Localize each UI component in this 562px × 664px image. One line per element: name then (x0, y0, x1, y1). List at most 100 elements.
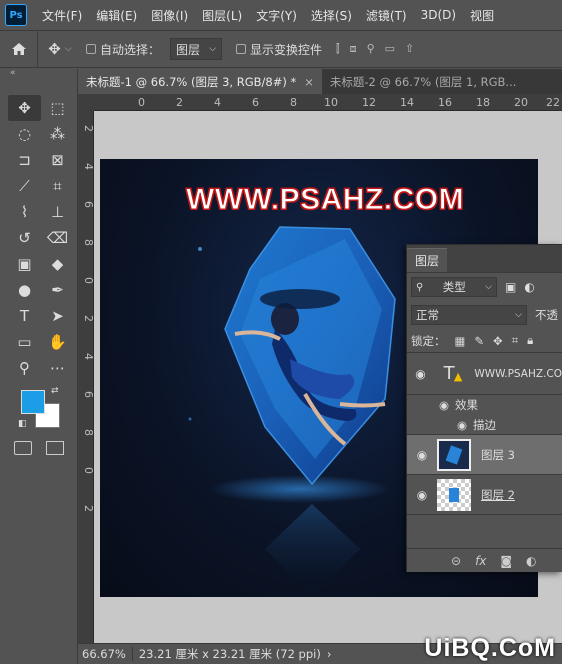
text-layer-thumbnail: T ▲ (443, 363, 463, 384)
eye-icon[interactable]: ◉ (407, 398, 455, 412)
screen-mode-icon[interactable] (46, 441, 64, 455)
collapse-icon[interactable]: « (0, 69, 77, 79)
path-select-tool-icon[interactable]: ➤ (41, 303, 74, 329)
type-tool-icon[interactable]: T (8, 303, 41, 329)
filter-adjustment-icon[interactable]: ◐ (524, 280, 534, 294)
layer-row[interactable]: ◉ 图层 2 (407, 475, 562, 515)
document-info[interactable]: 23.21 厘米 x 23.21 厘米 (72 ppi) (133, 646, 321, 662)
history-brush-tool-icon[interactable]: ↺ (8, 225, 41, 251)
menu-image[interactable]: 图像(I) (144, 7, 195, 24)
patch-tool-icon[interactable]: ⌗ (41, 173, 74, 199)
menu-view[interactable]: 视图 (463, 7, 501, 24)
eyedropper-tool-icon[interactable]: ⟋ (8, 173, 41, 199)
lock-artboard-icon[interactable]: ⌗ (512, 333, 518, 348)
move-tool-preset[interactable]: ✥ ⌵ (38, 40, 82, 58)
menu-bar: Ps 文件(F) 编辑(E) 图像(I) 图层(L) 文字(Y) 选择(S) 滤… (0, 0, 562, 30)
layer-row-text[interactable]: ◉ T ▲ WWW.PSAHZ.CO (407, 353, 562, 395)
layer-stroke-effect-row[interactable]: ◉ 描边 (407, 415, 562, 435)
blend-mode-dropdown[interactable]: 正常 ⌵ (411, 305, 527, 325)
lock-position-icon[interactable]: ✥ (493, 334, 503, 348)
lock-row: 锁定： ▦ ✎ ✥ ⌗ 🔒︎ (407, 329, 562, 353)
warning-icon: ▲ (453, 369, 463, 383)
floor-glow (210, 475, 390, 503)
menu-filter[interactable]: 滤镜(T) (359, 7, 414, 24)
foreground-color[interactable] (21, 390, 45, 414)
lasso-tool-icon[interactable]: ◌ (8, 121, 41, 147)
eye-icon[interactable]: ◉ (407, 418, 473, 432)
tab-layers[interactable]: 图层 (407, 248, 448, 272)
ruler-tick: 8 (290, 96, 297, 109)
tab-document-1[interactable]: 未标题-1 @ 66.7% (图层 3, RGB/8#) * × (78, 69, 322, 94)
marquee-tool-icon[interactable]: ⬚ (41, 95, 74, 121)
auto-select-checkbox[interactable] (86, 44, 96, 54)
eye-icon[interactable]: ◉ (407, 448, 437, 462)
stamp-tool-icon[interactable]: ⊥ (41, 199, 74, 225)
magic-wand-tool-icon[interactable]: ⁂ (41, 121, 74, 147)
eraser-tool-icon[interactable]: ⌫ (41, 225, 74, 251)
layer-name: 图层 3 (481, 447, 515, 462)
color-swatches[interactable]: ⇄ ◧ (18, 386, 66, 435)
align-center-icon[interactable]: ⧈ (350, 42, 357, 56)
adjustment-layer-icon[interactable]: ◐ (526, 554, 536, 568)
menu-layer[interactable]: 图层(L) (195, 7, 249, 24)
layer-row-selected[interactable]: ◉ 图层 3 (407, 435, 562, 475)
chevron-right-icon[interactable]: › (327, 647, 332, 661)
layers-panel: 图层 ⚲ 类型 ⌵ ▣ ◐ 正常 ⌵ 不透 锁定： ▦ ✎ ✥ ⌗ 🔒︎ ◉ T… (406, 244, 562, 572)
tab-document-2[interactable]: 未标题-2 @ 66.7% (图层 1, RGB... (322, 69, 525, 94)
quick-mask-icon[interactable] (14, 441, 32, 455)
more-tools-icon[interactable]: ⋯ (41, 355, 74, 381)
layers-panel-footer: ⊝ fx ◙ ◐ (407, 548, 562, 572)
chevron-down-icon: ⌵ (515, 310, 522, 320)
search-icon: ⚲ (416, 281, 424, 293)
blur-tool-icon[interactable]: ◆ (41, 251, 74, 277)
menu-select[interactable]: 选择(S) (304, 7, 359, 24)
sparkle (188, 417, 192, 421)
layer-kind-filter[interactable]: ⚲ 类型 ⌵ (411, 277, 497, 297)
site-watermark: UiBQ.CoM (424, 634, 556, 662)
fx-icon[interactable]: fx (475, 554, 486, 568)
ruler-tick: 2 (176, 96, 183, 109)
layer-effects-row[interactable]: ◉ 效果 (407, 395, 562, 415)
hand-tool-icon[interactable]: ✋ (41, 329, 74, 355)
move-tool-icon[interactable]: ✥ (8, 95, 41, 121)
gradient-tool-icon[interactable]: ▣ (8, 251, 41, 277)
ruler-tick: 12 (362, 96, 376, 109)
pen-tool-icon[interactable]: ✒ (41, 277, 74, 303)
search-icon[interactable]: ⚲ (367, 42, 375, 56)
crop-tool-icon[interactable]: ⊐ (8, 147, 41, 173)
vertical-ruler[interactable]: 2 4 6 8 0 2 4 6 8 0 2 (78, 111, 95, 643)
rectangle-tool-icon[interactable]: ▭ (8, 329, 41, 355)
horizontal-ruler[interactable]: 0 2 4 6 8 10 12 14 16 18 20 22 (94, 94, 562, 111)
zoom-level[interactable]: 66.67% (78, 647, 133, 661)
swap-colors-icon[interactable]: ⇄ (51, 386, 59, 396)
workspace-icon[interactable]: ▭ (385, 42, 395, 56)
tools-panel: « ✥ ⬚ ◌ ⁂ ⊐ ⊠ ⟋ ⌗ ⌇ ⊥ ↺ ⌫ ▣ ◆ ● ✒ T ➤ ▭ … (0, 69, 78, 664)
menu-3d[interactable]: 3D(D) (414, 8, 463, 22)
lock-brush-icon[interactable]: ✎ (474, 334, 484, 348)
show-transform-checkbox[interactable] (236, 44, 247, 54)
align-left-icon[interactable]: ⫿ (336, 42, 340, 56)
menu-edit[interactable]: 编辑(E) (89, 7, 144, 24)
layer-name: WWW.PSAHZ.CO (474, 367, 562, 380)
menu-file[interactable]: 文件(F) (35, 7, 89, 24)
link-layers-icon[interactable]: ⊝ (451, 554, 461, 568)
lock-transparent-icon[interactable]: ▦ (455, 334, 466, 348)
close-icon[interactable]: × (304, 75, 314, 89)
share-icon[interactable]: ⇧ (405, 42, 414, 56)
zoom-tool-icon[interactable]: ⚲ (8, 355, 41, 381)
default-colors-icon[interactable]: ◧ (18, 419, 27, 429)
filter-pixel-icon[interactable]: ▣ (505, 280, 516, 294)
add-mask-icon[interactable]: ◙ (500, 554, 512, 568)
home-button[interactable] (0, 31, 38, 67)
frame-tool-icon[interactable]: ⊠ (41, 147, 74, 173)
crystal-reflection (265, 504, 360, 597)
eye-icon[interactable]: ◉ (407, 367, 434, 381)
lock-all-icon[interactable]: 🔒︎ (527, 333, 533, 348)
photoshop-logo-icon[interactable]: Ps (5, 4, 27, 26)
brush-tool-icon[interactable]: ⌇ (8, 199, 41, 225)
auto-select-dropdown[interactable]: 图层 ⌵ (170, 38, 223, 60)
dodge-tool-icon[interactable]: ● (8, 277, 41, 303)
eye-icon[interactable]: ◉ (407, 488, 437, 502)
menu-type[interactable]: 文字(Y) (249, 7, 304, 24)
chevron-down-icon: ⌵ (64, 44, 72, 54)
